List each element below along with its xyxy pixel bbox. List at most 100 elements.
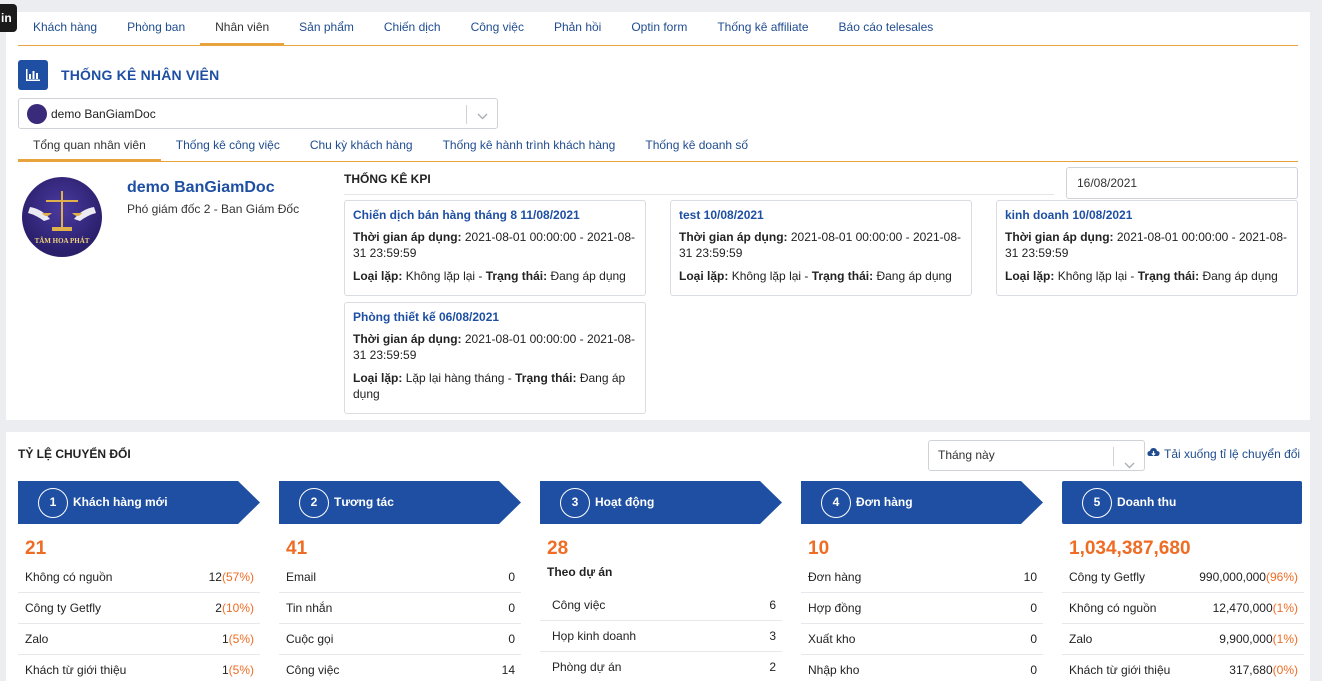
list-item: Cuộc gọi 0 [279, 624, 521, 655]
avatar [27, 103, 47, 124]
chevron-down-icon[interactable] [477, 109, 488, 123]
list-item: Xuất kho 0 [801, 624, 1043, 655]
tab-departments[interactable]: Phòng ban [112, 12, 200, 45]
list-item: Nhập kho 0 [801, 655, 1043, 681]
tab-affiliate-stats[interactable]: Thống kê affiliate [702, 12, 823, 45]
stage-label: Hoạt động [595, 495, 655, 509]
stage-total: 41 [286, 538, 308, 559]
list-item: Công ty Getfly 2(10%) [18, 593, 260, 624]
tab-revenue-stats[interactable]: Thống kê doanh số [630, 132, 763, 161]
employee-avatar: TÂM HOA PHÁT [22, 177, 102, 257]
kpi-repeat-status: Loại lặp: Lặp lại hàng tháng - Trạng thá… [353, 371, 626, 401]
tab-employees[interactable]: Nhân viên [200, 12, 285, 45]
download-label[interactable]: Tải xuống tỉ lệ chuyển đổi [1164, 447, 1300, 461]
conversion-panel: TỶ LỆ CHUYỂN ĐỔI Tháng này Tải xuống tỉ … [6, 432, 1310, 681]
kpi-date-input[interactable]: 16/08/2021 [1066, 167, 1298, 199]
tab-feedback[interactable]: Phản hồi [539, 12, 616, 45]
kpi-card-title[interactable]: Chiến dịch bán hàng tháng 8 11/08/2021 [353, 207, 637, 223]
corner-tag[interactable]: in [0, 4, 17, 32]
tab-tasks[interactable]: Công việc [456, 12, 539, 45]
kpi-card-title[interactable]: kinh doanh 10/08/2021 [1005, 207, 1289, 223]
stage-number: 1 [38, 488, 68, 518]
list-item: Công ty Getfly 990,000,000(96%) [1062, 562, 1304, 593]
kpi-time: Thời gian áp dụng: 2021-08-01 00:00:00 -… [353, 230, 635, 260]
select-divider [1113, 447, 1114, 466]
stage-revenue: 5 Doanh thu 1,034,387,680 Công ty Getfly… [1062, 481, 1304, 681]
list-item: Email 0 [279, 562, 521, 593]
stage-label: Doanh thu [1117, 495, 1177, 509]
stage-label: Đơn hàng [856, 495, 913, 509]
stage-interactions: 2 Tương tác 41 Email 0 Tin nhắn 0 Cuộc gọi… [279, 481, 521, 681]
kpi-title: THỐNG KÊ KPI [344, 172, 431, 186]
kpi-repeat-status: Loại lặp: Không lặp lại - Trạng thái: Đa… [1005, 269, 1278, 283]
stage-banner: 4 Đơn hàng [801, 481, 1043, 524]
list-item: Zalo 9,900,000(1%) [1062, 624, 1304, 655]
list-item: Họp kinh doanh 3 [540, 621, 782, 652]
employee-stats-panel: Khách hàng Phòng ban Nhân viên Sản phẩm … [6, 12, 1310, 420]
kpi-card[interactable]: kinh doanh 10/08/2021 Thời gian áp dụng:… [996, 200, 1298, 296]
logo-text: TÂM HOA PHÁT [35, 237, 90, 245]
download-conversion-link[interactable]: Tải xuống tỉ lệ chuyển đổi [1147, 447, 1300, 461]
period-select-value: Tháng này [938, 448, 995, 462]
cloud-download-icon [1147, 447, 1160, 461]
section-title: THỐNG KÊ NHÂN VIÊN [61, 67, 220, 83]
conversion-title: TỶ LỆ CHUYỂN ĐỔI [18, 447, 131, 461]
list-item: Không có nguồn 12(57%) [18, 562, 260, 593]
kpi-time: Thời gian áp dụng: 2021-08-01 00:00:00 -… [679, 230, 961, 260]
list-item: Zalo 1(5%) [18, 624, 260, 655]
list-item: Đơn hàng 10 [801, 562, 1043, 593]
stage-banner: 5 Doanh thu [1062, 481, 1304, 524]
list-item: Phòng dự án 2 [540, 652, 782, 681]
list-item: Khách từ giới thiệu 317,680(0%) [1062, 655, 1304, 681]
stage-number: 5 [1082, 488, 1112, 518]
stage-total: 21 [25, 538, 47, 559]
kpi-card[interactable]: test 10/08/2021 Thời gian áp dụng: 2021-… [670, 200, 972, 296]
employee-sub-tabs: Tổng quan nhân viên Thống kê công việc C… [18, 132, 1298, 162]
tab-customer-journey[interactable]: Thống kê hành trình khách hàng [428, 132, 631, 161]
section-header: THỐNG KÊ NHÂN VIÊN [18, 60, 219, 90]
list-item: Công việc 14 [279, 655, 521, 681]
kpi-card-title[interactable]: Phòng thiết kế 06/08/2021 [353, 309, 637, 325]
kpi-card[interactable]: Chiến dịch bán hàng tháng 8 11/08/2021 T… [344, 200, 646, 296]
list-item: Công việc 6 [540, 590, 782, 621]
tab-optin-form[interactable]: Optin form [616, 12, 702, 45]
employee-select[interactable]: demo BanGiamDoc [18, 98, 498, 129]
stage-banner: 3 Hoạt động [540, 481, 782, 524]
tab-customers[interactable]: Khách hàng [18, 12, 112, 45]
tab-telesales-report[interactable]: Báo cáo telesales [824, 12, 949, 45]
stage-label: Tương tác [334, 495, 394, 509]
tab-products[interactable]: Sản phẩm [284, 12, 369, 45]
kpi-card[interactable]: Phòng thiết kế 06/08/2021 Thời gian áp d… [344, 302, 646, 414]
stage-orders: 4 Đơn hàng 10 Đơn hàng 10 Hợp đồng 0 Xuất … [801, 481, 1043, 681]
stage-number: 4 [821, 488, 851, 518]
list-item: Khách từ giới thiệu 1(5%) [18, 655, 260, 681]
tab-campaigns[interactable]: Chiến dịch [369, 12, 456, 45]
stage-number: 2 [299, 488, 329, 518]
stage-total: 10 [808, 538, 830, 559]
list-item: Tin nhắn 0 [279, 593, 521, 624]
kpi-time: Thời gian áp dụng: 2021-08-01 00:00:00 -… [1005, 230, 1287, 260]
employee-role: Phó giám đốc 2 - Ban Giám Đốc [127, 202, 300, 216]
stage-subtitle: Theo dự án [547, 565, 613, 579]
stage-banner: 1 Khách hàng mới [18, 481, 260, 524]
stage-total: 28 [547, 538, 569, 559]
period-select[interactable]: Tháng này [928, 440, 1145, 471]
kpi-card-title[interactable]: test 10/08/2021 [679, 207, 963, 223]
employee-name: demo BanGiamDoc [127, 179, 275, 196]
kpi-repeat-status: Loại lặp: Không lặp lại - Trạng thái: Đa… [353, 269, 626, 283]
stage-number: 3 [560, 488, 590, 518]
tab-customer-cycle[interactable]: Chu kỳ khách hàng [295, 132, 428, 161]
bar-chart-icon [18, 60, 48, 90]
chevron-down-icon[interactable] [1124, 451, 1135, 480]
stage-label: Khách hàng mới [73, 495, 168, 509]
tab-task-stats[interactable]: Thống kê công việc [161, 132, 295, 161]
list-item: Không có nguồn 12,470,000(1%) [1062, 593, 1304, 624]
select-divider [466, 105, 467, 124]
kpi-repeat-status: Loại lặp: Không lặp lại - Trạng thái: Đa… [679, 269, 952, 283]
stage-banner: 2 Tương tác [279, 481, 521, 524]
main-tabs: Khách hàng Phòng ban Nhân viên Sản phẩm … [18, 12, 1298, 46]
employee-select-value: demo BanGiamDoc [51, 106, 156, 121]
stage-activities: 3 Hoạt động 28 Theo dự án Công việc 6 Họp… [540, 481, 782, 681]
kpi-time: Thời gian áp dụng: 2021-08-01 00:00:00 -… [353, 332, 635, 362]
tab-employee-overview[interactable]: Tổng quan nhân viên [18, 132, 161, 161]
